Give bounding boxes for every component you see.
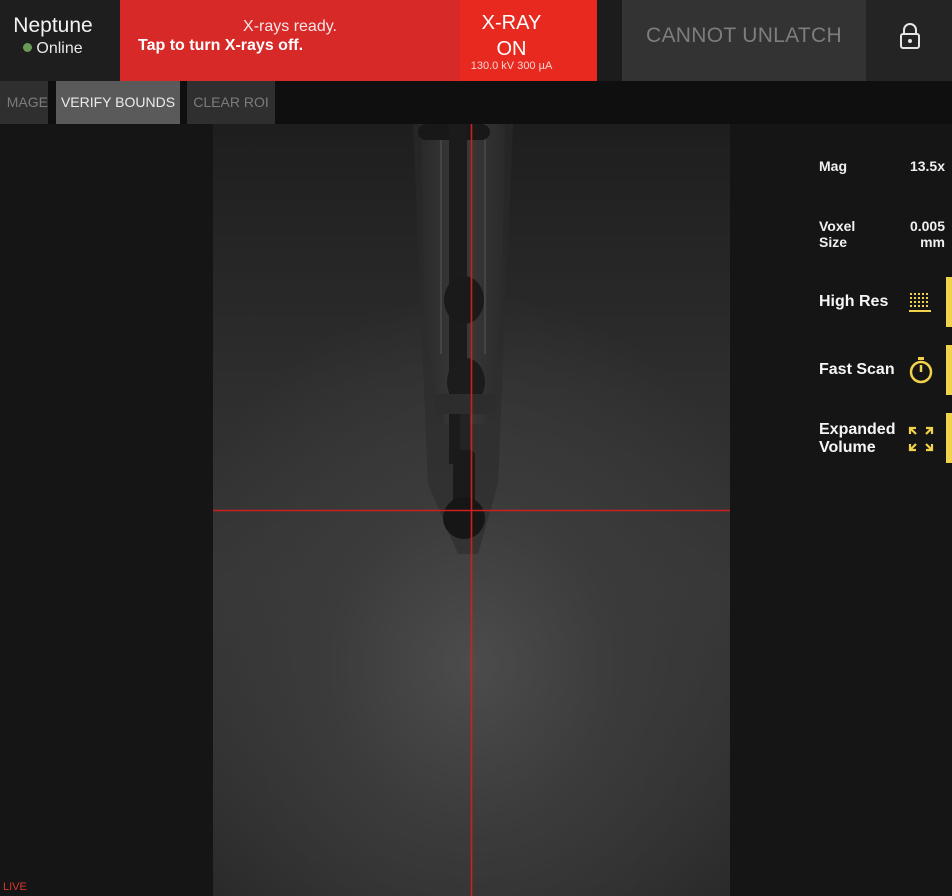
left-panel	[0, 124, 213, 896]
xray-readout: 130.0 kV 300 µA	[470, 60, 553, 72]
mode-expanded-volume-label-line1: Expanded	[819, 421, 896, 438]
mag-value: 13.5x	[909, 158, 945, 174]
xray-status-banner[interactable]: X-rays ready. Tap to turn X-rays off.	[120, 0, 460, 81]
unlatch-label: CANNOT UNLATCH	[646, 24, 842, 47]
mag-label: Mag	[819, 158, 847, 174]
lock-icon	[900, 23, 920, 49]
voxel-size-label-line1: Voxel	[819, 218, 856, 234]
xray-image	[213, 124, 730, 896]
xray-instruction: Tap to turn X-rays off.	[138, 37, 304, 54]
mode-expanded-volume-indicator	[946, 413, 952, 463]
clear-roi-button[interactable]: CLEAR ROI	[187, 81, 275, 124]
mode-expanded-volume-label: Expanded Volume	[819, 421, 895, 457]
expand-icon	[908, 426, 934, 452]
voxel-size-label-line2: Size	[819, 234, 848, 250]
voxel-size-label: Voxel Size	[819, 218, 855, 250]
mode-expanded-volume[interactable]: Expanded Volume	[730, 413, 952, 463]
voxel-size-value-line2: mm	[920, 234, 945, 250]
xray-toggle-title: X-RAY ON	[460, 10, 563, 62]
mode-fast-scan-indicator	[946, 345, 952, 395]
xray-live-view[interactable]	[213, 124, 730, 896]
verify-bounds-button[interactable]: VERIFY BOUNDS	[56, 81, 180, 124]
right-panel: Mag 13.5x Voxel Size 0.005 mm High Res F…	[730, 124, 952, 896]
xray-toggle-title-line1: X-RAY	[481, 12, 542, 34]
voxel-size-value-line1: 0.005	[909, 218, 945, 234]
grid-icon	[909, 293, 931, 312]
xray-toggle-button[interactable]: X-RAY ON 130.0 kV 300 µA	[460, 0, 597, 81]
device-status-label: Online	[36, 40, 83, 57]
unlatch-button[interactable]: CANNOT UNLATCH	[622, 0, 866, 81]
status-dot-icon	[23, 43, 33, 52]
live-indicator: LIVE	[3, 881, 27, 893]
lock-button[interactable]	[866, 0, 952, 81]
mode-expanded-volume-label-line2: Volume	[819, 439, 876, 456]
top-bar: Neptune Online X-rays ready. Tap to turn…	[0, 0, 952, 81]
xray-toggle-title-line2: ON	[496, 38, 527, 60]
mode-high-res-label: High Res	[819, 293, 889, 310]
mode-high-res-indicator	[946, 277, 952, 327]
device-info: Neptune Online	[0, 0, 120, 81]
device-status: Online	[0, 40, 106, 58]
mode-fast-scan-label: Fast Scan	[819, 361, 895, 378]
image-button[interactable]: MAGE	[0, 81, 48, 124]
mode-high-res[interactable]: High Res	[730, 277, 952, 327]
view-toolbar: MAGE VERIFY BOUNDS CLEAR ROI	[0, 81, 952, 124]
mode-fast-scan[interactable]: Fast Scan	[730, 345, 952, 395]
device-name: Neptune	[13, 14, 93, 37]
xray-status-message: X-rays ready.	[243, 18, 337, 35]
stopwatch-icon	[909, 357, 933, 384]
voxel-size-value: 0.005 mm	[910, 218, 945, 250]
